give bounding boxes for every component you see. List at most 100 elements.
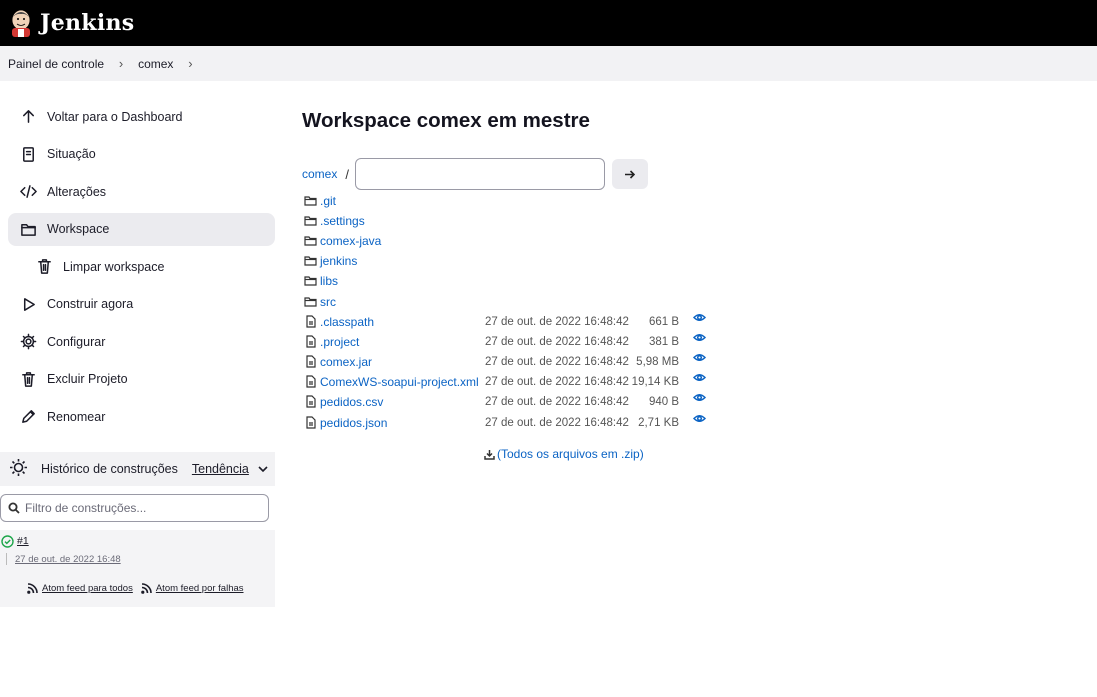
file-link[interactable]: .project <box>320 335 359 349</box>
folder-link[interactable]: comex-java <box>320 234 381 248</box>
download-zip-label: (Todos os arquivos em .zip) <box>497 447 644 461</box>
sun-icon <box>9 458 28 480</box>
folder-link[interactable]: jenkins <box>320 254 357 268</box>
file-row: ComexWS-soapui-project.xml 27 de out. de… <box>302 373 722 391</box>
build-filter[interactable] <box>0 494 269 522</box>
build-date-link[interactable]: 27 de out. de 2022 16:48 <box>15 554 121 565</box>
file-icon <box>304 395 318 409</box>
task-back-dashboard[interactable]: Voltar para o Dashboard <box>8 100 275 133</box>
task-label: Limpar workspace <box>63 259 165 274</box>
task-label: Situação <box>47 147 96 161</box>
task-label: Voltar para o Dashboard <box>47 109 183 124</box>
file-row: .project 27 de out. de 2022 16:48:42 381… <box>302 333 722 351</box>
folder-row[interactable]: comex-java <box>302 232 722 250</box>
download-zip-link[interactable]: (Todos os arquivos em .zip) <box>484 447 644 461</box>
eye-icon[interactable] <box>692 311 707 324</box>
file-size: 2,71 KB <box>638 417 679 429</box>
eye-icon[interactable] <box>692 391 707 404</box>
file-size: 381 B <box>648 336 679 348</box>
folder-icon <box>304 234 318 248</box>
page-title: Workspace comex em mestre <box>302 109 590 132</box>
download-icon <box>484 449 495 460</box>
arrow-up-icon <box>19 108 37 126</box>
file-icon <box>304 315 318 329</box>
chevron-right-icon[interactable]: › <box>104 56 138 71</box>
feed-failures-link[interactable]: Atom feed por falhas <box>141 583 244 594</box>
folder-link[interactable]: libs <box>320 274 338 288</box>
file-link[interactable]: ComexWS-soapui-project.xml <box>320 375 479 389</box>
eye-icon[interactable] <box>692 331 707 344</box>
file-row: comex.jar 27 de out. de 2022 16:48:42 5,… <box>302 353 722 371</box>
go-button[interactable] <box>611 159 648 189</box>
folder-row[interactable]: libs <box>302 272 722 290</box>
trash-icon <box>35 258 53 276</box>
feed-all-link[interactable]: Atom feed para todos <box>27 583 133 594</box>
task-configure[interactable]: Configurar <box>8 325 275 358</box>
file-link[interactable]: comex.jar <box>320 355 372 369</box>
file-row: pedidos.csv 27 de out. de 2022 16:48:42 … <box>302 393 722 411</box>
arrow-right-icon <box>625 169 636 179</box>
task-label: Configurar <box>47 334 106 349</box>
file-link[interactable]: pedidos.csv <box>320 395 383 409</box>
task-clean-workspace[interactable]: Limpar workspace <box>8 250 275 283</box>
folder-link[interactable]: .settings <box>320 214 365 228</box>
build-history-title: Histórico de construções <box>41 462 178 476</box>
path-separator: / <box>345 166 349 182</box>
task-delete-project[interactable]: Excluir Projeto <box>8 363 275 396</box>
success-check-icon <box>1 535 14 548</box>
path-root-link[interactable]: comex <box>302 167 337 181</box>
build-filter-input[interactable] <box>25 501 265 515</box>
task-rename[interactable]: Renomear <box>8 400 275 433</box>
folder-row[interactable]: src <box>302 293 722 311</box>
folder-icon <box>304 214 318 228</box>
task-build-now[interactable]: Construir agora <box>8 288 275 321</box>
build-history-header: Histórico de construções Tendência <box>0 452 275 486</box>
breadcrumb-dashboard[interactable]: Painel de controle <box>8 57 104 71</box>
task-changes[interactable]: Alterações <box>8 175 275 208</box>
file-date: 27 de out. de 2022 16:48:42 <box>485 376 629 388</box>
path-input[interactable] <box>354 158 605 190</box>
task-status[interactable]: Situação <box>8 138 275 171</box>
task-label: Workspace <box>47 222 110 236</box>
file-size: 19,14 KB <box>631 376 679 388</box>
eye-icon[interactable] <box>692 412 707 425</box>
folder-link[interactable]: src <box>320 295 336 309</box>
file-date: 27 de out. de 2022 16:48:42 <box>485 396 629 408</box>
folder-icon <box>19 220 37 238</box>
feed-all-label: Atom feed para todos <box>42 583 133 594</box>
trash-icon <box>19 370 37 388</box>
eye-icon[interactable] <box>692 351 707 364</box>
breadcrumb-job[interactable]: comex <box>138 57 173 71</box>
chevron-down-icon[interactable] <box>257 463 269 475</box>
task-workspace[interactable]: Workspace <box>8 212 275 246</box>
path-navigator: comex / <box>302 158 648 190</box>
play-icon <box>19 295 37 313</box>
folder-row[interactable]: .settings <box>302 212 722 230</box>
file-icon <box>304 416 318 430</box>
file-date: 27 de out. de 2022 16:48:42 <box>485 316 629 328</box>
task-label: Construir agora <box>47 297 134 311</box>
file-link[interactable]: pedidos.json <box>320 416 387 430</box>
file-size: 940 B <box>648 396 679 408</box>
trend-link[interactable]: Tendência <box>192 462 249 476</box>
task-label: Excluir Projeto <box>47 372 128 386</box>
folder-row[interactable]: .git <box>302 192 722 210</box>
file-size: 661 B <box>648 316 679 328</box>
folder-link[interactable]: .git <box>320 194 336 208</box>
eye-icon[interactable] <box>692 371 707 384</box>
code-icon <box>19 183 37 201</box>
chevron-right-icon[interactable]: › <box>173 56 207 71</box>
build-list: #1 27 de out. de 2022 16:48 Atom feed pa… <box>0 530 275 607</box>
file-date: 27 de out. de 2022 16:48:42 <box>485 356 629 368</box>
gear-icon <box>19 333 37 351</box>
file-link[interactable]: .classpath <box>320 315 374 329</box>
file-icon <box>304 355 318 369</box>
breadcrumb: Painel de controle › comex › <box>0 46 1097 81</box>
task-label: Alterações <box>47 184 107 199</box>
folder-row[interactable]: jenkins <box>302 252 722 270</box>
brand-name[interactable]: Jenkins <box>40 10 134 36</box>
build-number-link[interactable]: #1 <box>17 535 29 547</box>
jenkins-logo-icon[interactable] <box>8 8 34 38</box>
task-label: Renomear <box>47 409 106 424</box>
file-row: pedidos.json 27 de out. de 2022 16:48:42… <box>302 414 722 432</box>
